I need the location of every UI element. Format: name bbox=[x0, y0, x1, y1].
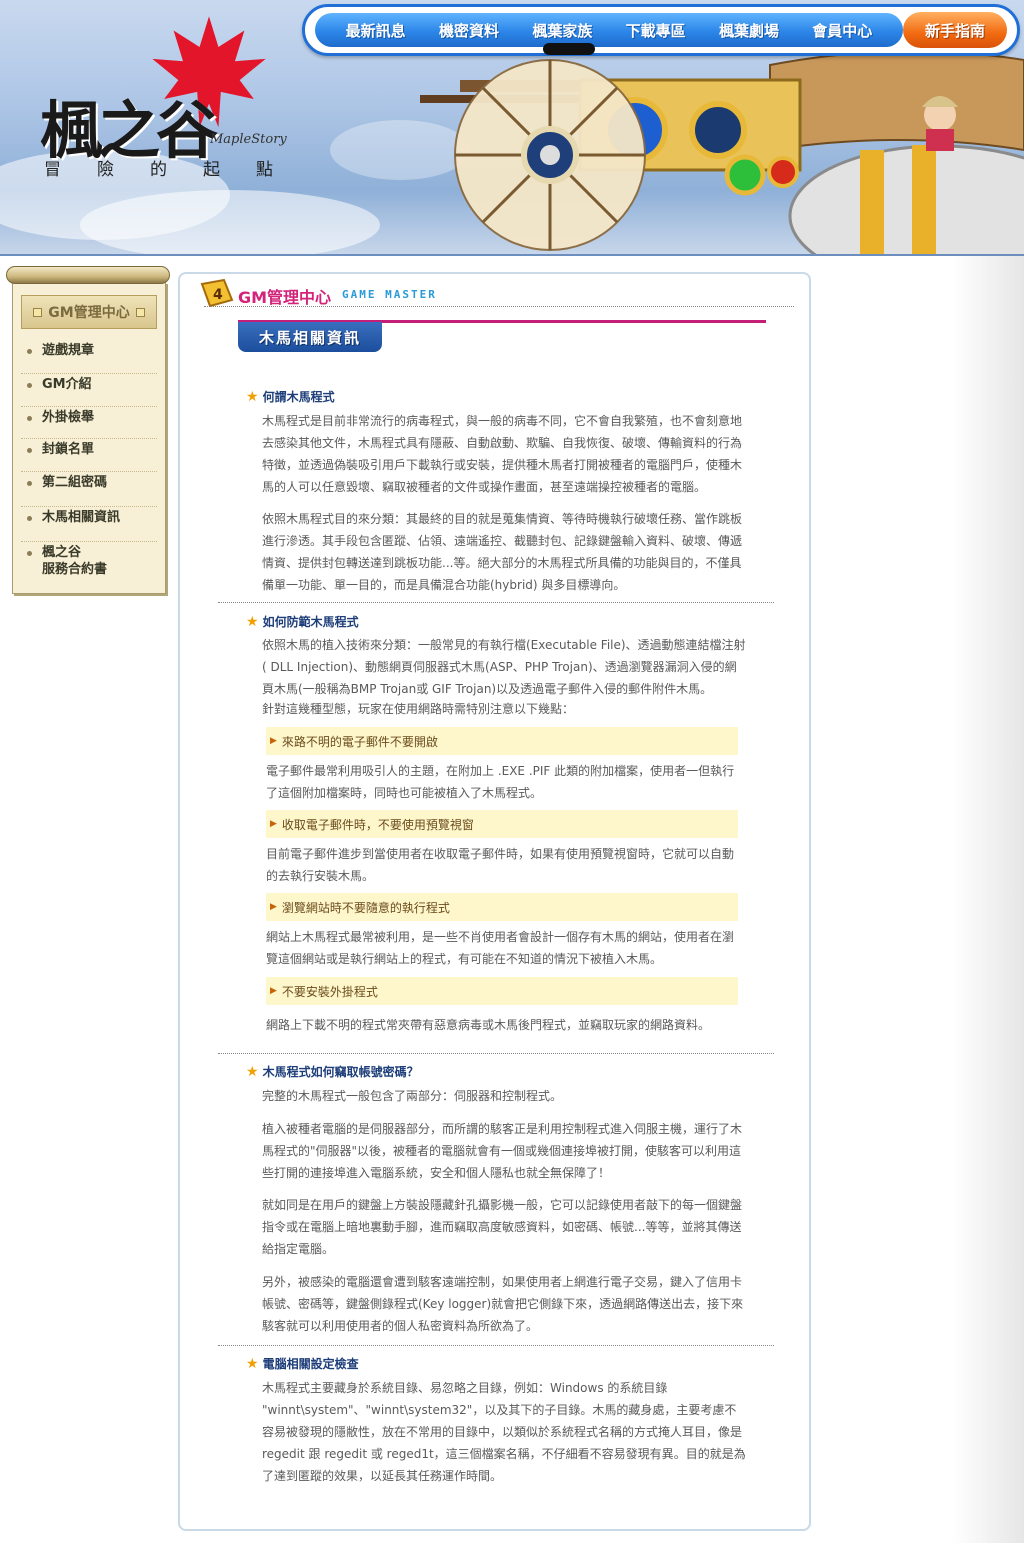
nav-item-family[interactable]: 楓葉家族 bbox=[532, 20, 592, 41]
main-nav: 最新訊息 機密資料 楓葉家族 下載專區 楓葉劇場 會員中心 新手指南 bbox=[302, 4, 1020, 56]
slogan-char: 險 bbox=[97, 160, 114, 180]
divider bbox=[218, 1053, 774, 1054]
paragraph: 針對這幾種型態，玩家在使用網路時需特別注意以下幾點： bbox=[262, 702, 575, 716]
sidebar-item-label: GM介紹 bbox=[42, 377, 92, 392]
content-panel: 4 GM管理中心 GAME MASTER 木馬相關資訊 ★ 何謂木馬程式 木馬程… bbox=[178, 272, 811, 1531]
sidebar-item-label: 木馬相關資訊 bbox=[42, 510, 121, 525]
slogan-char: 冒 bbox=[44, 160, 61, 180]
sidebar-item-label: 第二組密碼 bbox=[42, 475, 108, 490]
square-bullet-icon bbox=[135, 307, 145, 317]
paragraph: 依照木馬的植入技術來分類：一般常見的有執行檔(Executable File)、… bbox=[262, 638, 746, 696]
triangle-icon: ▶ bbox=[270, 986, 277, 996]
paragraph: 電子郵件最常利用吸引人的主題，在附加上 .EXE .PIF 此類的附加檔案，使用… bbox=[266, 764, 735, 800]
tip-heading-label: 來路不明的電子郵件不要開啟 bbox=[281, 734, 438, 749]
nav-bar: 最新訊息 機密資料 楓葉家族 下載專區 楓葉劇場 會員中心 bbox=[315, 13, 903, 47]
slogan-char: 點 bbox=[256, 160, 273, 180]
airship-illustration bbox=[420, 50, 1024, 254]
nav-item-news[interactable]: 最新訊息 bbox=[346, 20, 406, 41]
sidebar-item-service-agreement[interactable]: 楓之谷 服務合約書 bbox=[21, 542, 157, 590]
sidebar-scroll-roll bbox=[6, 266, 170, 284]
sidebar-title-label: GM管理中心 bbox=[48, 305, 130, 321]
slogan-char: 的 bbox=[150, 160, 167, 180]
bullet-icon bbox=[27, 383, 32, 388]
section-heading-label: 木馬程式如何竊取帳號密碼？ bbox=[262, 1065, 419, 1079]
logo-subtitle: MapleStory bbox=[210, 132, 287, 147]
nav-item-download[interactable]: 下載專區 bbox=[626, 20, 686, 41]
divider bbox=[204, 306, 794, 307]
sidebar-item-label: 遊戲規章 bbox=[42, 343, 95, 358]
tip-heading: ▶ 收取電子郵件時，不要使用預覽視窗 bbox=[266, 810, 738, 838]
divider bbox=[218, 602, 774, 603]
paragraph: 依照木馬程式目的來分類：其最終的目的就是蒐集情資、等待時機執行破壞任務、當作跳板… bbox=[262, 512, 743, 592]
sidebar-item-second-password[interactable]: 第二組密碼 bbox=[21, 472, 157, 507]
page-subtitle: GAME MASTER bbox=[342, 288, 437, 301]
sidebar-item-label: 外掛檢舉 bbox=[42, 410, 95, 425]
paragraph: 另外，被感染的電腦還會遭到駭客遠端控制，如果使用者上網進行電子交易，鍵入了信用卡… bbox=[262, 1275, 744, 1333]
site-header: 楓之谷 MapleStory 冒 險 的 起 點 最新訊息 機密資料 楓葉家族 … bbox=[0, 0, 1024, 256]
section-heading: ★ 電腦相關設定檢查 bbox=[246, 1355, 359, 1372]
paragraph: 植入被種者電腦的是伺服器部分，而所謂的駭客正是利用控制程式進入伺服主機，運行了木… bbox=[262, 1122, 743, 1180]
sidebar-item-trojan-info[interactable]: 木馬相關資訊 bbox=[21, 507, 157, 542]
bullet-icon bbox=[27, 349, 32, 354]
triangle-icon: ▶ bbox=[270, 736, 277, 746]
newbie-guide-button[interactable]: 新手指南 bbox=[903, 12, 1007, 48]
triangle-icon: ▶ bbox=[270, 819, 277, 829]
square-bullet-icon bbox=[33, 307, 43, 317]
sidebar-item-rules[interactable]: 遊戲規章 bbox=[21, 340, 157, 374]
tip-heading-label: 不要安裝外掛程式 bbox=[281, 984, 378, 999]
bullet-icon bbox=[27, 551, 32, 556]
section-heading-label: 如何防範木馬程式 bbox=[262, 615, 359, 629]
star-icon: ★ bbox=[246, 388, 259, 405]
sidebar-title: GM管理中心 bbox=[21, 295, 157, 329]
nav-active-indicator bbox=[543, 43, 595, 55]
tip-heading: ▶ 瀏覽網站時不要隨意的執行程式 bbox=[266, 893, 738, 921]
nav-item-secret[interactable]: 機密資料 bbox=[439, 20, 499, 41]
svg-text:4: 4 bbox=[213, 287, 223, 303]
tip-heading-label: 瀏覽網站時不要隨意的執行程式 bbox=[281, 900, 450, 915]
sidebar-menu: GM管理中心 遊戲規章 GM介紹 外掛檢舉 封鎖名單 第二組密碼 木馬相關資訊 bbox=[6, 266, 170, 598]
slogan: 冒 險 的 起 點 bbox=[44, 155, 309, 180]
star-icon: ★ bbox=[246, 1355, 259, 1372]
page-title: GM管理中心 bbox=[238, 288, 332, 307]
sidebar-item-cheat-report[interactable]: 外掛檢舉 bbox=[21, 407, 157, 439]
nav-item-member[interactable]: 會員中心 bbox=[812, 20, 872, 41]
paragraph: 網站上木馬程式最常被利用，是一些不肖使用者會設計一個存有木馬的網站，使用者在瀏覽… bbox=[266, 930, 735, 966]
section-heading-label: 電腦相關設定檢查 bbox=[262, 1357, 359, 1371]
sidebar-item-ban-list[interactable]: 封鎖名單 bbox=[21, 439, 157, 472]
paragraph: 木馬程式主要藏身於系統目錄、易忽略之目錄，例如：Windows 的系統目錄 "w… bbox=[262, 1381, 746, 1483]
bullet-icon bbox=[27, 448, 32, 453]
section-heading: ★ 何謂木馬程式 bbox=[246, 388, 335, 405]
paragraph: 網路上下載不明的程式常夾帶有惡意病毒或木馬後門程式，並竊取玩家的網路資料。 bbox=[266, 1018, 711, 1032]
paragraph: 就如同是在用戶的鍵盤上方裝設隱藏針孔攝影機一般，它可以記錄使用者敲下的每一個鍵盤… bbox=[262, 1198, 743, 1256]
section-heading: ★ 如何防範木馬程式 bbox=[246, 613, 359, 630]
section-heading-label: 何謂木馬程式 bbox=[262, 390, 335, 404]
bullet-icon bbox=[27, 516, 32, 521]
sidebar-item-gm-intro[interactable]: GM介紹 bbox=[21, 374, 157, 407]
section-tab: 木馬相關資訊 bbox=[238, 322, 382, 352]
sidebar-scroll-body: GM管理中心 遊戲規章 GM介紹 外掛檢舉 封鎖名單 第二組密碼 木馬相關資訊 bbox=[12, 282, 166, 594]
tip-heading: ▶ 來路不明的電子郵件不要開啟 bbox=[266, 727, 738, 755]
nav-item-theater[interactable]: 楓葉劇場 bbox=[719, 20, 779, 41]
tip-heading-label: 收取電子郵件時，不要使用預覽視窗 bbox=[281, 817, 474, 832]
sidebar-item-label: 楓之谷 服務合約書 bbox=[42, 545, 108, 577]
bullet-icon bbox=[27, 481, 32, 486]
sidebar-item-label: 封鎖名單 bbox=[42, 442, 95, 457]
slogan-char: 起 bbox=[203, 160, 220, 180]
paragraph: 目前電子郵件進步到當使用者在收取電子郵件時，如果有使用預覽視窗時，它就可以自動的… bbox=[266, 847, 735, 883]
gm-badge-icon: 4 bbox=[200, 278, 234, 308]
section-heading: ★ 木馬程式如何竊取帳號密碼？ bbox=[246, 1063, 419, 1080]
bullet-icon bbox=[27, 416, 32, 421]
star-icon: ★ bbox=[246, 1063, 259, 1080]
paragraph: 完整的木馬程式一般包含了兩部分：伺服器和控制程式。 bbox=[262, 1089, 563, 1103]
triangle-icon: ▶ bbox=[270, 902, 277, 912]
paragraph: 木馬程式是目前非常流行的病毒程式，與一般的病毒不同，它不會自我繁殖，也不會刻意地… bbox=[262, 414, 743, 494]
divider bbox=[218, 1345, 774, 1346]
tip-heading: ▶ 不要安裝外掛程式 bbox=[266, 977, 738, 1005]
star-icon: ★ bbox=[246, 613, 259, 630]
